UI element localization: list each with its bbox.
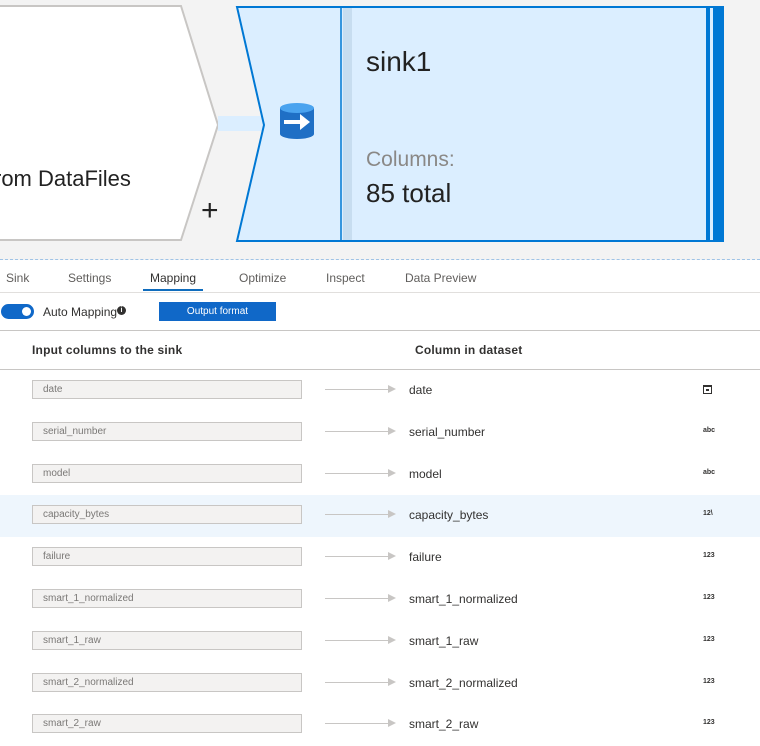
output-column-name: model bbox=[409, 466, 442, 481]
pane-splitter[interactable] bbox=[0, 259, 760, 260]
mapping-arrow-icon bbox=[325, 385, 397, 393]
mapping-arrow-icon bbox=[325, 719, 397, 728]
input-column-field[interactable]: failure bbox=[32, 547, 302, 567]
add-transform-button[interactable]: + bbox=[201, 196, 219, 226]
tab-sink[interactable]: Sink bbox=[6, 271, 29, 285]
integer-type-icon: 123 bbox=[703, 677, 715, 685]
string-type-icon: abc bbox=[703, 426, 716, 434]
mapping-row: capacity_bytes capacity_bytes 12\ bbox=[0, 495, 760, 538]
info-icon[interactable]: i bbox=[117, 306, 126, 315]
node-connector bbox=[218, 116, 264, 131]
output-column-name: smart_2_normalized bbox=[409, 675, 518, 690]
sink-columns-label: Columns: bbox=[366, 148, 455, 171]
mapping-arrow-icon bbox=[325, 426, 397, 435]
input-column-field[interactable]: model bbox=[32, 463, 302, 483]
mapping-arrow-icon bbox=[325, 635, 397, 644]
mapping-row: smart_1_normalized smart_1_normalized 12… bbox=[0, 579, 760, 621]
toggle-knob bbox=[22, 307, 31, 316]
tab-settings[interactable]: Settings bbox=[68, 271, 111, 285]
mapping-row: smart_1_raw smart_1_raw 123 bbox=[0, 621, 760, 663]
mapping-row: failure failure 123 bbox=[0, 537, 760, 579]
input-column-field[interactable]: smart_1_raw bbox=[32, 630, 302, 650]
output-column-name: failure bbox=[409, 550, 442, 565]
output-column-name: serial_number bbox=[409, 424, 486, 439]
input-column-field[interactable]: date bbox=[32, 380, 302, 399]
mapping-row: date date bbox=[0, 370, 760, 412]
tab-optimize[interactable]: Optimize bbox=[239, 271, 286, 285]
integer-type-icon: 123 bbox=[703, 719, 715, 727]
tab-data-preview[interactable]: Data Preview bbox=[405, 271, 476, 285]
sink-node-right-edge bbox=[706, 8, 710, 240]
settings-tabs: Sink Settings Mapping Optimize Inspect D… bbox=[0, 262, 760, 293]
sink-columns-total: 85 total bbox=[366, 178, 452, 208]
integer-type-icon: 123 bbox=[703, 635, 715, 643]
mapping-arrow-icon bbox=[325, 510, 397, 519]
output-column-name: smart_2_raw bbox=[409, 717, 479, 732]
mapping-arrow-icon bbox=[325, 468, 397, 477]
sink-node-right-edge bbox=[713, 8, 722, 240]
input-columns-header: Input columns to the sink bbox=[32, 343, 183, 357]
mapping-row: smart_2_normalized smart_2_normalized 12… bbox=[0, 663, 760, 705]
output-column-name: smart_1_raw bbox=[409, 633, 479, 648]
auto-mapping-label: Auto Mapping bbox=[43, 305, 118, 319]
tab-inspect[interactable]: Inspect bbox=[326, 271, 365, 285]
integer-type-icon: 123 bbox=[703, 593, 715, 601]
output-column-name: date bbox=[409, 383, 433, 397]
source-node[interactable] bbox=[0, 5, 220, 241]
output-format-button[interactable]: Output format bbox=[159, 302, 276, 321]
input-column-field[interactable]: serial_number bbox=[32, 421, 302, 441]
output-column-name: smart_1_normalized bbox=[409, 591, 518, 606]
source-node-label: rom DataFiles bbox=[0, 166, 131, 191]
mapping-arrow-icon bbox=[325, 552, 397, 561]
sink-database-icon bbox=[280, 103, 314, 139]
auto-mapping-toggle[interactable] bbox=[1, 304, 34, 319]
dataset-columns-header: Column in dataset bbox=[415, 343, 523, 357]
tab-mapping[interactable]: Mapping bbox=[143, 271, 204, 291]
sink-node-name: sink1 bbox=[366, 46, 432, 77]
decimal-type-icon: 12\ bbox=[703, 510, 713, 518]
input-column-field[interactable]: smart_2_normalized bbox=[32, 672, 302, 692]
input-column-field[interactable]: capacity_bytes bbox=[32, 505, 302, 525]
integer-type-icon: 123 bbox=[703, 552, 715, 560]
mapping-arrow-icon bbox=[325, 593, 397, 602]
mapping-row: model model abc bbox=[0, 454, 760, 496]
canvas-graphics bbox=[0, 5, 724, 242]
mapping-arrow-icon bbox=[325, 677, 397, 686]
dataflow-canvas[interactable]: rom DataFiles + sink1 Columns: 85 total bbox=[0, 0, 760, 260]
input-column-field[interactable]: smart_1_normalized bbox=[32, 588, 302, 608]
toolbar-divider bbox=[0, 330, 760, 331]
calendar-icon bbox=[703, 385, 712, 394]
sink-node-selection-bar bbox=[343, 8, 352, 240]
mapping-row: serial_number serial_number abc bbox=[0, 412, 760, 454]
output-column-name: capacity_bytes bbox=[409, 508, 489, 523]
mapping-row: smart_2_raw smart_2_raw 123 bbox=[0, 704, 760, 746]
string-type-icon: abc bbox=[703, 468, 716, 476]
mapping-table: date date serial_number serial_number ab… bbox=[0, 370, 760, 746]
input-column-field[interactable]: smart_2_raw bbox=[32, 714, 302, 734]
